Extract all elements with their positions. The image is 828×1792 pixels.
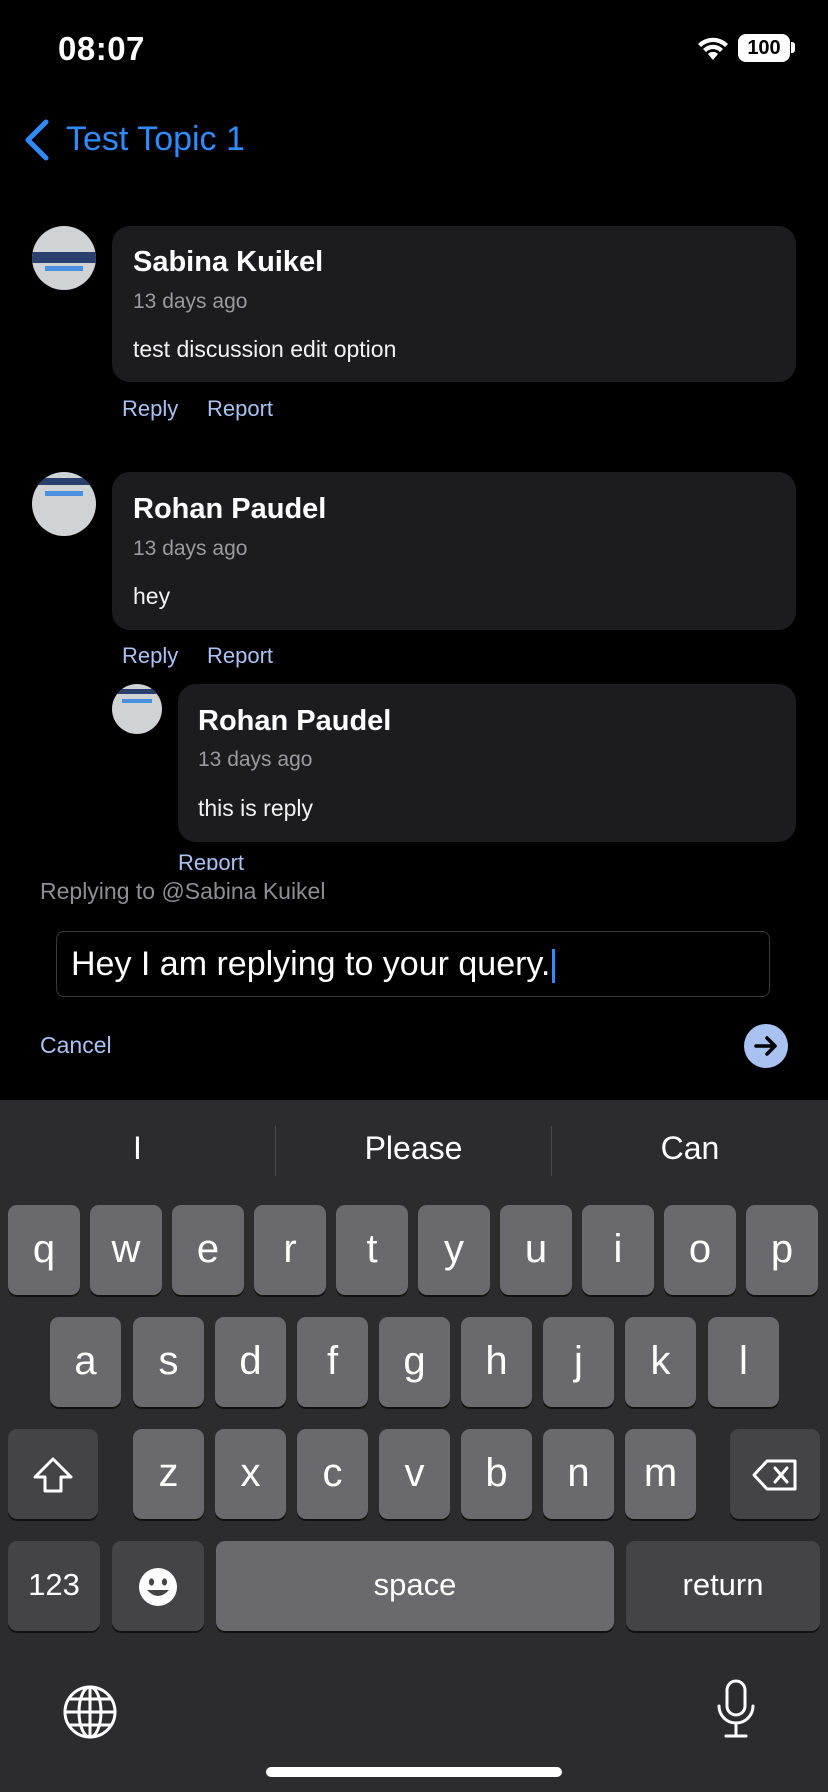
return-key[interactable]: return	[626, 1541, 820, 1631]
backspace-key[interactable]	[730, 1429, 820, 1519]
report-button[interactable]: Report	[207, 396, 273, 422]
key-k[interactable]: k	[625, 1317, 696, 1407]
key-v[interactable]: v	[379, 1429, 450, 1519]
reply-input[interactable]: Hey I am replying to your query.	[56, 931, 770, 997]
key-z[interactable]: z	[133, 1429, 204, 1519]
key-e[interactable]: e	[172, 1205, 244, 1295]
backspace-icon	[752, 1459, 797, 1491]
shift-icon	[33, 1457, 73, 1493]
key-y[interactable]: y	[418, 1205, 490, 1295]
key-g[interactable]: g	[379, 1317, 450, 1407]
back-chevron-icon[interactable]	[22, 118, 52, 162]
emoji-key[interactable]	[112, 1541, 204, 1631]
key-b[interactable]: b	[461, 1429, 532, 1519]
nav-title[interactable]: Test Topic 1	[66, 120, 245, 159]
text-caret	[552, 949, 556, 984]
post-text: test discussion edit option	[133, 336, 397, 362]
reply-input-value: Hey I am replying to your query.	[71, 945, 551, 983]
key-f[interactable]: f	[297, 1317, 368, 1407]
globe-icon[interactable]	[62, 1684, 118, 1740]
post-text: hey	[133, 583, 171, 609]
avatar	[32, 226, 96, 290]
shift-key[interactable]	[8, 1429, 98, 1519]
home-indicator[interactable]	[266, 1767, 562, 1777]
suggestion[interactable]: I	[0, 1130, 275, 1167]
reply-button[interactable]: Reply	[122, 643, 178, 669]
reply-button[interactable]: Reply	[122, 396, 178, 422]
post-author: Rohan Paudel	[133, 493, 327, 525]
battery-icon: 100	[738, 34, 790, 62]
avatar	[32, 472, 96, 536]
key-t[interactable]: t	[336, 1205, 408, 1295]
key-s[interactable]: s	[133, 1317, 204, 1407]
key-h[interactable]: h	[461, 1317, 532, 1407]
key-x[interactable]: x	[215, 1429, 286, 1519]
reply-time: 13 days ago	[198, 748, 313, 771]
key-m[interactable]: m	[625, 1429, 696, 1519]
report-button[interactable]: Report	[207, 643, 273, 669]
key-q[interactable]: q	[8, 1205, 80, 1295]
send-button[interactable]	[744, 1024, 788, 1068]
numbers-key[interactable]: 123	[8, 1541, 100, 1631]
reply-text: this is reply	[198, 795, 314, 821]
key-w[interactable]: w	[90, 1205, 162, 1295]
post-time: 13 days ago	[133, 537, 248, 560]
key-p[interactable]: p	[746, 1205, 818, 1295]
suggestion[interactable]: Please	[276, 1130, 551, 1167]
key-o[interactable]: o	[664, 1205, 736, 1295]
key-u[interactable]: u	[500, 1205, 572, 1295]
key-c[interactable]: c	[297, 1429, 368, 1519]
post-time: 13 days ago	[133, 290, 248, 313]
key-a[interactable]: a	[50, 1317, 121, 1407]
avatar	[112, 684, 162, 734]
microphone-icon[interactable]	[714, 1678, 758, 1740]
key-i[interactable]: i	[582, 1205, 654, 1295]
replying-to-label: Replying to @Sabina Kuikel	[40, 878, 326, 904]
battery-nub	[791, 42, 795, 53]
key-r[interactable]: r	[254, 1205, 326, 1295]
emoji-icon	[139, 1568, 177, 1607]
key-d[interactable]: d	[215, 1317, 286, 1407]
wifi-icon	[698, 37, 728, 60]
key-j[interactable]: j	[543, 1317, 614, 1407]
send-arrow-icon	[754, 1036, 777, 1056]
reply-author: Rohan Paudel	[198, 705, 392, 737]
report-button[interactable]: Report	[178, 850, 244, 870]
space-key[interactable]: space	[216, 1541, 614, 1631]
key-n[interactable]: n	[543, 1429, 614, 1519]
cancel-button[interactable]: Cancel	[40, 1032, 112, 1059]
suggestion[interactable]: Can	[552, 1130, 828, 1167]
key-l[interactable]: l	[708, 1317, 779, 1407]
post-author: Sabina Kuikel	[133, 246, 324, 278]
status-time: 08:07	[58, 30, 145, 67]
